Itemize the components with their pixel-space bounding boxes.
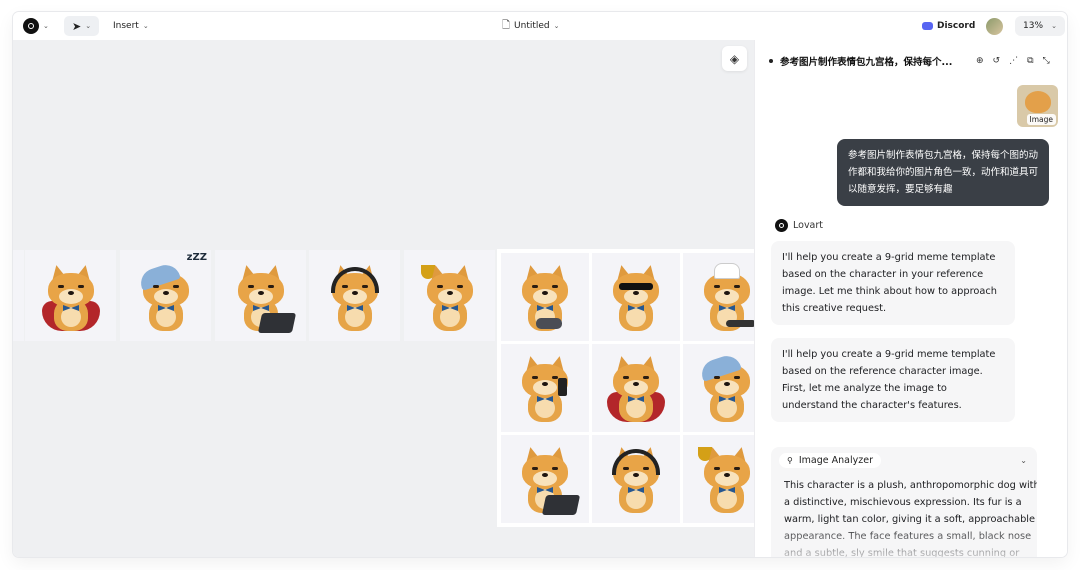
zzz-icon: zZZ [186, 252, 207, 263]
grid-tile-chef [683, 253, 754, 341]
tool-chip[interactable]: ⚲ Image Analyzer [779, 453, 881, 468]
discord-label: Discord [937, 21, 976, 31]
shiba-thumbnail [1025, 91, 1051, 113]
grid-tile-gamer [501, 253, 589, 341]
chevron-down-icon[interactable]: ⌄ [1020, 456, 1027, 465]
grid-tile-laptop [501, 435, 589, 523]
user-avatar-button[interactable] [986, 12, 1003, 40]
zoom-dropdown[interactable]: 13% ⌄ [1015, 16, 1065, 36]
copy-icon[interactable]: ⧉ [1027, 56, 1033, 66]
avatar [986, 17, 1003, 35]
grid-tile-superhero [592, 344, 680, 432]
design-canvas[interactable]: ◈ zZZ [13, 40, 754, 557]
insert-label: Insert [113, 21, 139, 31]
layers-icon: ◈ [729, 51, 740, 66]
top-bar: ⌄ ➤ ⌄ Insert ⌄ 🗋 Untitled ⌄ Discord 13% … [13, 12, 1067, 40]
assistant-message: I'll help you create a 9-grid meme templ… [771, 338, 1015, 422]
document-title-button[interactable]: 🗋 Untitled ⌄ [502, 12, 560, 40]
app-menu-button[interactable]: ⌄ [23, 12, 49, 40]
app-window: ⌄ ➤ ⌄ Insert ⌄ 🗋 Untitled ⌄ Discord 13% … [13, 12, 1067, 557]
status-dot-icon [769, 59, 773, 63]
canvas-image-tile-laptop[interactable] [215, 250, 306, 341]
shiba-character [40, 263, 102, 337]
select-tool-button[interactable]: ➤ ⌄ [64, 16, 100, 36]
lovart-logo-icon [23, 18, 39, 34]
zoom-level: 13% [1023, 21, 1044, 31]
shiba-character [135, 261, 197, 337]
nine-grid-image[interactable] [497, 249, 754, 527]
document-title: Untitled [514, 21, 550, 31]
grid-tile-sunglasses [592, 253, 680, 341]
chat-header: 参考图片制作表情包九宫格，保持每个... ⊕ ↺ ⋰ ⧉ ⤡ [769, 52, 1059, 70]
collapse-icon[interactable]: ⤡ [1043, 56, 1050, 66]
user-message: 参考图片制作表情包九宫格，保持每个图的动作都和我给你的图片角色一致，动作和道具可… [837, 139, 1049, 206]
shiba-character [324, 263, 386, 337]
canvas-image-tile-superhero[interactable] [25, 250, 116, 341]
grid-tile-phone [501, 344, 589, 432]
tool-result-card: ⚲ Image Analyzer ⌄ This character is a p… [771, 447, 1037, 557]
attachment-tag: Image [1026, 114, 1056, 125]
discord-link[interactable]: Discord [922, 12, 975, 40]
cursor-arrow-icon: ➤ [72, 19, 82, 33]
assistant-name: Lovart [793, 220, 824, 231]
chevron-down-icon: ⌄ [85, 22, 92, 30]
tool-name: Image Analyzer [798, 455, 873, 466]
chat-title: 参考图片制作表情包九宫格，保持每个... [780, 57, 953, 68]
canvas-image-tile-sleeping[interactable]: zZZ [120, 250, 211, 341]
discord-icon [922, 22, 933, 30]
layers-button[interactable]: ◈ [722, 46, 747, 71]
canvas-image-tile-trophy[interactable] [404, 250, 495, 341]
lovart-logo-icon [775, 219, 788, 232]
assistant-header: Lovart [775, 219, 823, 232]
canvas-image-tile-headphones[interactable] [309, 250, 400, 341]
grid-tile-trophy [683, 435, 754, 523]
assistant-message: I'll help you create a 9-grid meme templ… [771, 241, 1015, 325]
chevron-down-icon: ⌄ [43, 22, 49, 30]
canvas-image-tile[interactable] [13, 250, 24, 341]
document-icon: 🗋 [502, 19, 511, 31]
new-chat-icon[interactable]: ⊕ [976, 56, 984, 66]
insert-menu-button[interactable]: Insert ⌄ [113, 12, 149, 40]
attached-image-thumbnail[interactable]: Image [1017, 85, 1058, 127]
search-icon: ⚲ [787, 456, 793, 465]
history-icon[interactable]: ↺ [993, 56, 1001, 66]
chevron-down-icon: ⌄ [142, 22, 149, 30]
tool-output: This character is a plush, anthropomorph… [784, 480, 1037, 557]
chevron-down-icon: ⌄ [1051, 22, 1057, 30]
chat-panel: 参考图片制作表情包九宫格，保持每个... ⊕ ↺ ⋰ ⧉ ⤡ Image 参考图… [754, 40, 1067, 557]
share-icon[interactable]: ⋰ [1009, 56, 1018, 66]
grid-tile-headphones [592, 435, 680, 523]
grid-tile-sleeping [683, 344, 754, 432]
shiba-character [419, 263, 481, 337]
chevron-down-icon: ⌄ [553, 22, 560, 30]
shiba-character [230, 263, 296, 337]
